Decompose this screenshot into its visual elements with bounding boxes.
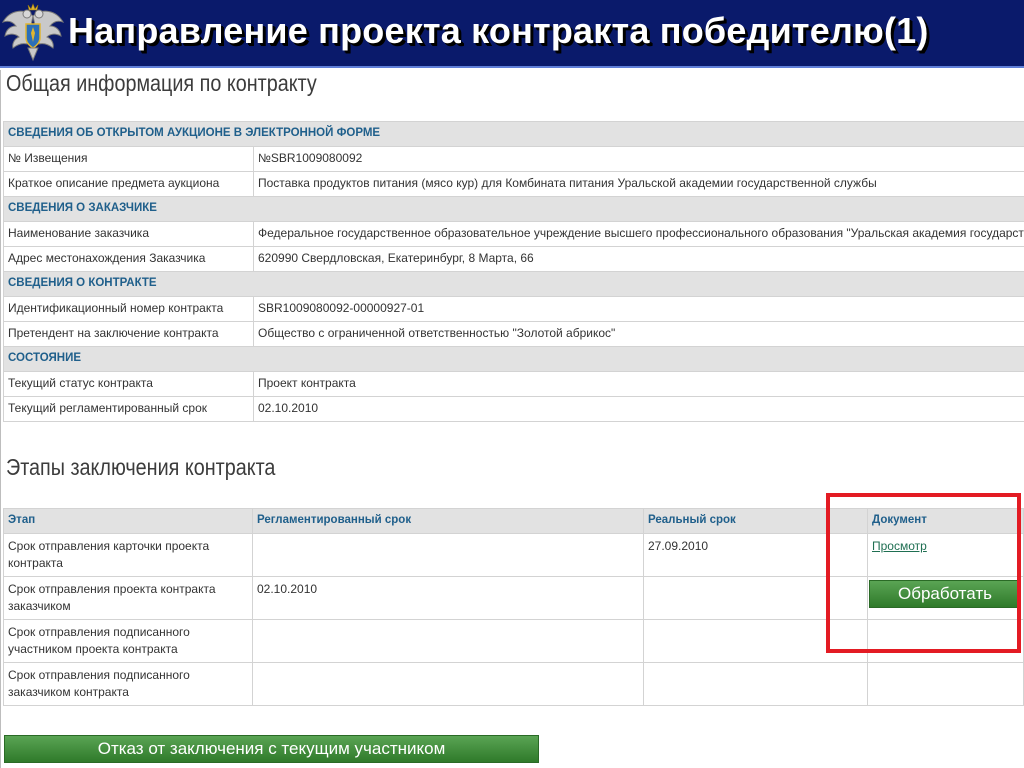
field-label: № Извещения: [3, 146, 254, 172]
section-title: СВЕДЕНИЯ О ЗАКАЗЧИКЕ: [2, 196, 1024, 222]
red-highlight-frame: [826, 493, 1021, 653]
field-value: Федеральное государственное образователь…: [252, 221, 1024, 247]
field-value: Общество с ограниченной ответственностью…: [252, 321, 1024, 347]
stage-name: Срок отправления проекта контракта заказ…: [3, 576, 253, 620]
stage-name: Срок отправления карточки проекта контра…: [3, 533, 253, 577]
field-label: Текущий статус контракта: [3, 371, 254, 397]
slide-header: Направление проекта контракта победителю…: [0, 0, 1024, 68]
table-row: Текущий регламентированный срок 02.10.20…: [3, 396, 1024, 422]
section-title: СВЕДЕНИЯ ОБ ОТКРЫТОМ АУКЦИОНЕ В ЭЛЕКТРОН…: [2, 121, 1024, 147]
field-value: 620990 Свердловская, Екатеринбург, 8 Мар…: [252, 246, 1024, 272]
field-label: Адрес местонахождения Заказчика: [3, 246, 254, 272]
section-title: СВЕДЕНИЯ О КОНТРАКТЕ: [2, 271, 1024, 297]
field-label: Текущий регламентированный срок: [3, 396, 254, 422]
stage-planned-date: [252, 533, 644, 577]
table-row: Наименование заказчика Федеральное госуд…: [3, 221, 1024, 247]
stage-actual-date: [643, 662, 868, 706]
stage-name: Срок отправления подписанного заказчиком…: [3, 662, 253, 706]
stages-heading: Этапы заключения контракта: [6, 454, 276, 480]
section-header-auction: СВЕДЕНИЯ ОБ ОТКРЫТОМ АУКЦИОНЕ В ЭЛЕКТРОН…: [2, 121, 1024, 147]
field-label: Краткое описание предмета аукциона: [3, 171, 254, 197]
contract-info-table: СВЕДЕНИЯ ОБ ОТКРЫТОМ АУКЦИОНЕ В ЭЛЕКТРОН…: [2, 121, 1024, 422]
table-row: Идентификационный номер контракта SBR100…: [3, 296, 1024, 322]
general-info-heading: Общая информация по контракту: [6, 70, 317, 96]
stage-planned-date: [252, 662, 644, 706]
contract-page: Общая информация по контракту СВЕДЕНИЯ О…: [0, 70, 1024, 768]
field-value: Проект контракта: [252, 371, 1024, 397]
field-label: Наименование заказчика: [3, 221, 254, 247]
table-row: Краткое описание предмета аукциона Поста…: [3, 171, 1024, 197]
column-header-planned: Регламентированный срок: [252, 508, 644, 534]
field-value: Поставка продуктов питания (мясо кур) дл…: [252, 171, 1024, 197]
stage-document-cell: [867, 662, 1024, 706]
field-label: Претендент на заключение контракта: [3, 321, 254, 347]
table-row: Срок отправления подписанного заказчиком…: [3, 662, 1024, 706]
stage-planned-date: [252, 619, 644, 663]
table-row: Претендент на заключение контракта Общес…: [3, 321, 1024, 347]
stage-name: Срок отправления подписанного участником…: [3, 619, 253, 663]
slide-title: Направление проекта контракта победителю…: [68, 10, 929, 51]
stage-planned-date: 02.10.2010: [252, 576, 644, 620]
column-header-stage: Этап: [3, 508, 253, 534]
refuse-contract-button[interactable]: Отказ от заключения с текущим участником: [4, 735, 539, 763]
section-header-status: СОСТОЯНИЕ: [2, 346, 1024, 372]
section-header-contract: СВЕДЕНИЯ О КОНТРАКТЕ: [2, 271, 1024, 297]
field-value: 02.10.2010: [252, 396, 1024, 422]
section-header-customer: СВЕДЕНИЯ О ЗАКАЗЧИКЕ: [2, 196, 1024, 222]
section-title: СОСТОЯНИЕ: [2, 346, 1024, 372]
field-value: №SBR1009080092: [252, 146, 1024, 172]
table-row: Адрес местонахождения Заказчика 620990 С…: [3, 246, 1024, 272]
eagle-emblem-icon: [1, 3, 65, 62]
field-value: SBR1009080092-00000927-01: [252, 296, 1024, 322]
field-label: Идентификационный номер контракта: [3, 296, 254, 322]
table-row: № Извещения №SBR1009080092: [3, 146, 1024, 172]
table-row: Текущий статус контракта Проект контракт…: [3, 371, 1024, 397]
